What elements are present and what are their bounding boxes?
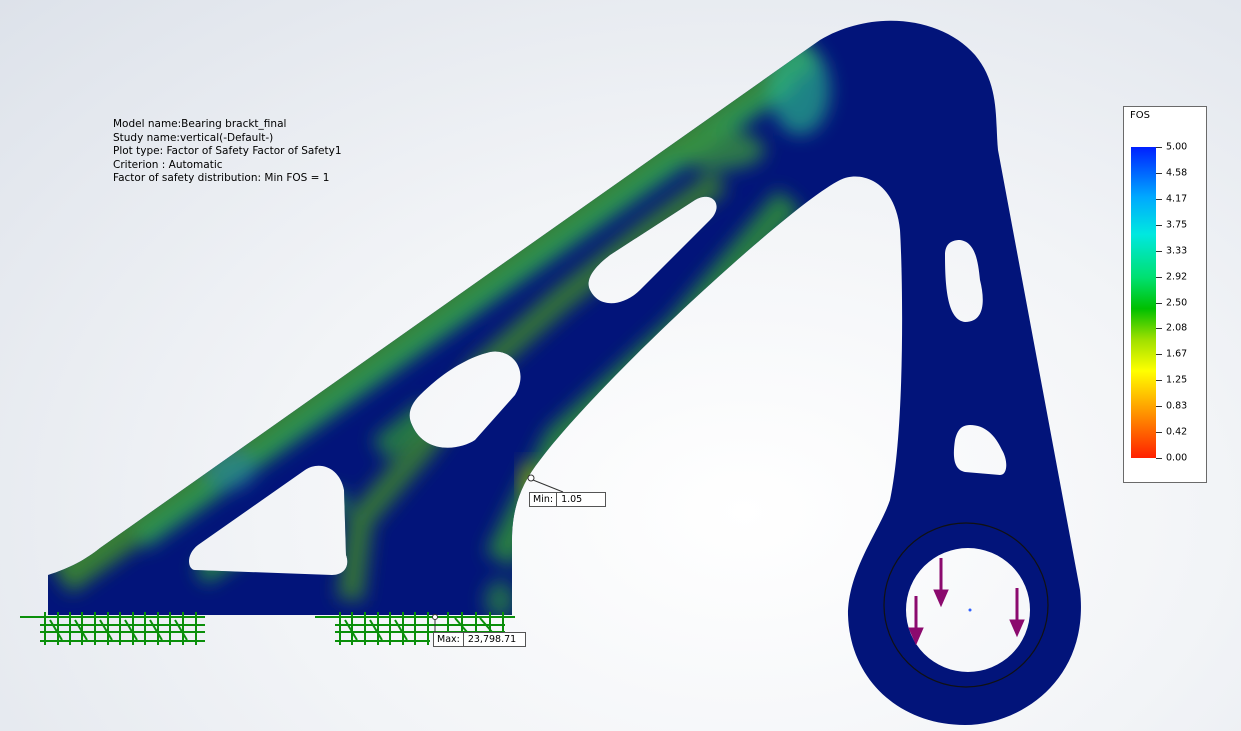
legend-tick bbox=[1156, 172, 1162, 174]
legend-tick-label: 5.00 bbox=[1166, 141, 1188, 153]
fixed-geometry-left bbox=[20, 612, 205, 645]
legend-tick bbox=[1156, 458, 1162, 459]
legend-color-bar bbox=[1131, 147, 1156, 458]
legend-tick-label: 3.33 bbox=[1166, 245, 1188, 257]
legend-title: FOS bbox=[1130, 110, 1150, 121]
legend-tick-label: 4.17 bbox=[1166, 193, 1188, 205]
legend-tick-label: 0.00 bbox=[1166, 452, 1188, 464]
legend-tick-label: 2.50 bbox=[1166, 297, 1188, 308]
legend-tick-label: 1.25 bbox=[1166, 374, 1188, 386]
max-probe-value: 23,798.71 bbox=[467, 634, 517, 645]
study-name: Study name:vertical(-Default-) bbox=[113, 131, 274, 144]
legend-tick-label: 2.92 bbox=[1166, 271, 1188, 283]
min-probe-label[interactable]: Min: 1.05 bbox=[529, 492, 606, 507]
legend-tick bbox=[1156, 198, 1162, 200]
fos-legend[interactable]: FOS 5.00 4.58 4.17 3.75 3.33 2.92 2.50 2.08 1.67… bbox=[1123, 106, 1207, 483]
legend-tick-label: 1.67 bbox=[1166, 348, 1188, 360]
study-info-block: Model name:Bearing brackt_final Study na… bbox=[113, 118, 342, 186]
legend-tick bbox=[1156, 224, 1162, 226]
max-probe-label[interactable]: Max: 23,798.71 bbox=[433, 632, 526, 647]
legend-tick bbox=[1156, 302, 1162, 304]
legend-tick-label: 4.58 bbox=[1166, 167, 1188, 179]
legend-tick bbox=[1156, 432, 1162, 434]
legend-tick-label: 3.75 bbox=[1166, 219, 1188, 231]
load-arrows bbox=[908, 558, 1025, 646]
legend-tick-label: 2.08 bbox=[1166, 322, 1188, 334]
criterion: Criterion : Automatic bbox=[113, 158, 223, 171]
legend-tick bbox=[1156, 406, 1162, 408]
plot-type: Plot type: Factor of Safety Factor of Sa… bbox=[113, 145, 342, 157]
graphics-viewport[interactable]: Min: 1.05 Max: 23,798.71 Model name:Bear… bbox=[0, 0, 1241, 731]
fos-distribution: Factor of safety distribution: Min FOS =… bbox=[113, 172, 330, 184]
fea-part-plot[interactable] bbox=[0, 0, 1241, 731]
legend-tick bbox=[1156, 380, 1162, 382]
legend-tick bbox=[1156, 276, 1162, 278]
legend-tick bbox=[1156, 147, 1162, 148]
max-probe-caption: Max: bbox=[434, 633, 464, 646]
legend-tick bbox=[1156, 328, 1162, 330]
model-name: Model name:Bearing brackt_final bbox=[113, 118, 287, 130]
min-probe-caption: Min: bbox=[530, 493, 558, 506]
legend-tick-label: 0.83 bbox=[1166, 400, 1188, 412]
legend-tick bbox=[1156, 354, 1162, 356]
legend-tick bbox=[1156, 250, 1162, 252]
min-probe-value: 1.05 bbox=[561, 494, 583, 505]
legend-tick-label: 0.42 bbox=[1166, 426, 1188, 438]
